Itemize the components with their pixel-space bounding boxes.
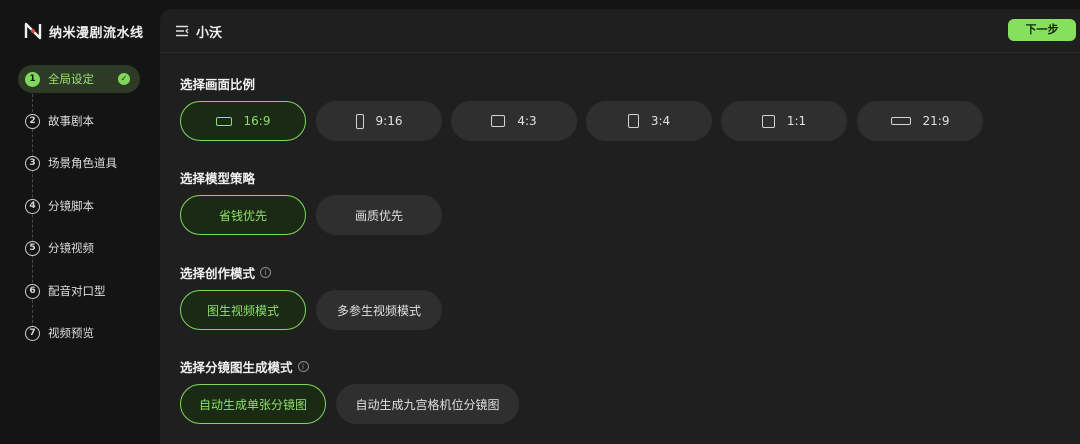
ratio-option-21-9[interactable]: 21:9 [857,101,983,141]
info-icon[interactable]: i [297,361,309,372]
option-label: 3:4 [650,114,671,128]
option-label: 9:16 [375,114,403,128]
step-item-storyboard-video[interactable]: 5 分镜视频 [18,234,140,262]
ratio-option-4-3[interactable]: 4:3 [451,101,577,141]
step-item-video-preview[interactable]: 7 视频预览 [18,319,140,347]
step-item-scene-characters-props[interactable]: 3 场景角色道具 [18,149,140,177]
section-title-text: 选择画面比例 [180,77,256,92]
model-strategy-title: 选择模型策略 [180,168,255,187]
menu-collapse-icon[interactable] [175,25,189,37]
step-number: 6 [25,283,40,299]
option-label: 4:3 [517,114,537,128]
storyboard-mode-title: 选择分镜图生成模式 i [180,357,309,376]
step-label: 故事剧本 [48,114,94,128]
step-number: 7 [25,325,40,341]
ratio-21-9-icon [890,117,911,125]
step-item-global-settings[interactable]: 1 全局设定 ✓ [18,65,140,93]
brand-name: 纳米漫剧流水线 [49,25,144,41]
nano-logo-icon [24,22,42,40]
option-label: 图生视频模式 [206,303,279,318]
section-title-text: 选择分镜图生成模式 [180,360,293,375]
brand: 纳米漫剧流水线 [24,20,144,42]
strategy-option-quality[interactable]: 画质优先 [316,195,442,235]
step-item-dubbing-lipsync[interactable]: 6 配音对口型 [18,277,140,305]
info-icon[interactable]: i [260,267,272,278]
ratio-option-3-4[interactable]: 3:4 [586,101,712,141]
aspect-ratio-title: 选择画面比例 [180,74,255,93]
step-number: 4 [25,198,40,214]
strategy-option-save-cost[interactable]: 省钱优先 [180,195,306,235]
option-label: 多参生视频模式 [336,303,421,318]
creation-mode-title: 选择创作模式 i [180,263,272,282]
creation-option-image-to-video[interactable]: 图生视频模式 [180,290,306,330]
option-label: 16:9 [243,114,271,128]
ratio-3-4-icon [627,114,639,128]
next-step-button[interactable]: 下一步 [1008,19,1076,41]
top-bar: 小沃 下一步 [160,9,1080,53]
storyboard-option-nine-grid[interactable]: 自动生成九宫格机位分镜图 [336,384,519,424]
ratio-option-9-16[interactable]: 9:16 [316,101,442,141]
step-number: 5 [25,240,40,256]
step-number: 2 [25,113,40,129]
step-label: 视频预览 [48,326,94,340]
step-number: 3 [25,155,40,171]
creation-option-multi-ref-video[interactable]: 多参生视频模式 [316,290,442,330]
section-title-text: 选择模型策略 [180,171,256,186]
option-label: 1:1 [786,114,807,128]
section-title-text: 选择创作模式 [180,266,256,281]
ratio-9-16-icon [355,113,364,129]
ratio-option-1-1[interactable]: 1:1 [721,101,847,141]
step-label: 全局设定 [48,72,94,86]
ratio-1-1-icon [761,114,775,128]
step-label: 分镜脚本 [48,199,94,213]
option-label: 21:9 [922,114,950,128]
app-window: 纳米漫剧流水线 1 全局设定 ✓ 2 故事剧本 3 场景角色道具 4 分镜脚本 [0,0,1080,444]
option-label: 自动生成单张分镜图 [198,397,307,412]
ratio-16-9-icon [215,116,232,126]
check-icon: ✓ [118,73,130,85]
step-item-story-script[interactable]: 2 故事剧本 [18,107,140,135]
step-label: 分镜视频 [48,241,94,255]
storyboard-option-single[interactable]: 自动生成单张分镜图 [180,384,326,424]
option-label: 画质优先 [354,208,403,223]
step-item-storyboard-script[interactable]: 4 分镜脚本 [18,192,140,220]
option-label: 省钱优先 [218,208,267,223]
project-name: 小沃 [196,26,223,41]
step-number: 1 [25,71,40,87]
main-panel: 小沃 下一步 选择画面比例 16:9 9:16 4:3 3:4 1:1 21:9… [160,9,1080,444]
sidebar: 纳米漫剧流水线 1 全局设定 ✓ 2 故事剧本 3 场景角色道具 4 分镜脚本 [0,0,160,444]
ratio-option-16-9[interactable]: 16:9 [180,101,306,141]
step-label: 场景角色道具 [48,156,117,170]
step-label: 配音对口型 [48,284,106,298]
ratio-4-3-icon [491,115,506,127]
option-label: 自动生成九宫格机位分镜图 [355,397,500,412]
